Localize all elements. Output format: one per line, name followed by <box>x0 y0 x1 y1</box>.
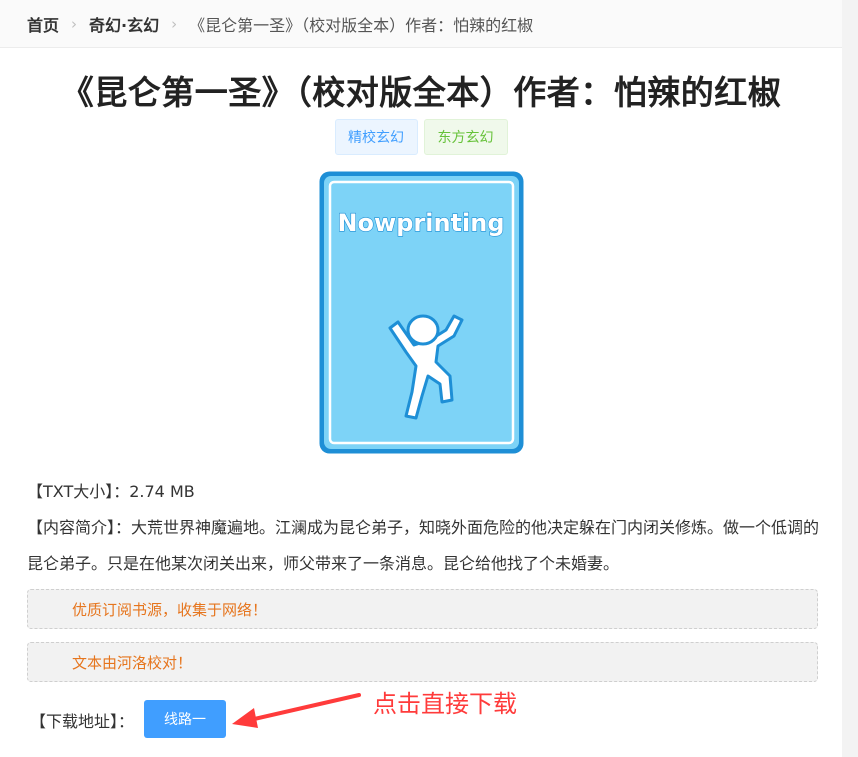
tag-list: 精校玄幻 东方玄幻 <box>0 119 842 155</box>
notice-text: 文本由河洛校对！ <box>72 653 193 672</box>
size-value: 2.74 MB <box>129 482 195 501</box>
intro-paragraph: 【内容简介】：大荒世界神魔遍地。江澜成为昆仑弟子，知晓外面危险的他决定躲在门内闭… <box>27 510 822 582</box>
content-card: 首页 › 奇幻·玄幻 › 《昆仑第一圣》（校对版全本）作者：怕辣的红椒 《昆仑第… <box>0 0 842 757</box>
notice-box: 优质订阅书源，收集于网络！ <box>27 589 818 629</box>
tag-dongfang-xuanhuan[interactable]: 东方玄幻 <box>423 119 508 155</box>
intro-text: 大荒世界神魔遍地。江澜成为昆仑弟子，知晓外面危险的他决定躲在门内闭关修炼。做一个… <box>27 518 820 573</box>
breadcrumb-home-link[interactable]: 首页 <box>27 12 59 36</box>
intro-label: 【内容简介】： <box>27 518 132 537</box>
download-label: 【下载地址】： <box>30 712 135 731</box>
chevron-right-icon: › <box>71 14 78 33</box>
book-cover-image: Nowprinting <box>319 171 524 454</box>
download-route-1-button[interactable]: 线路一 <box>144 700 226 738</box>
tag-jingxiao-xuanhuan[interactable]: 精校玄幻 <box>334 119 418 155</box>
arrow-left-icon <box>232 693 361 728</box>
download-annotation: 点击直接下载 <box>373 690 517 718</box>
page-gutter <box>842 0 858 757</box>
cover-text: Nowprinting <box>337 209 504 237</box>
breadcrumb-category-link[interactable]: 奇幻·玄幻 <box>89 12 159 36</box>
size-label: 【TXT大小】： <box>27 482 130 501</box>
notice-text: 优质订阅书源，收集于网络！ <box>72 600 268 619</box>
file-size-line: 【TXT大小】：2.74 MB <box>27 478 195 502</box>
breadcrumb: 首页 › 奇幻·玄幻 › 《昆仑第一圣》（校对版全本）作者：怕辣的红椒 <box>0 0 842 48</box>
chevron-right-icon: › <box>171 14 178 33</box>
breadcrumb-current: 《昆仑第一圣》（校对版全本）作者：怕辣的红椒 <box>189 15 534 35</box>
page-title: 《昆仑第一圣》（校对版全本）作者：怕辣的红椒 <box>60 73 782 112</box>
notice-box: 文本由河洛校对！ <box>27 642 818 682</box>
